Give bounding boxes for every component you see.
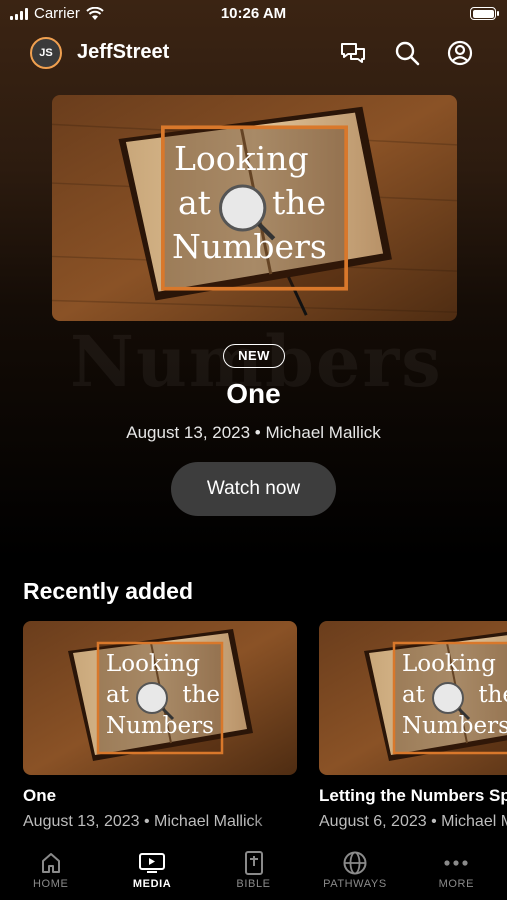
more-icon [444,860,468,866]
tv-icon [139,853,166,873]
bible-icon [244,851,263,875]
battery-icon [470,7,499,20]
tab-home[interactable]: HOME [0,840,101,900]
status-bar: Carrier 10:26 AM [0,0,507,30]
tab-bar: HOME MEDIA BIBLE PATHWAYS MORE [0,840,507,900]
home-icon [41,853,60,873]
media-card-title: One [23,786,57,805]
status-time: 10:26 AM [220,5,287,22]
globe-icon [343,851,367,875]
tab-label: BIBLE [236,878,271,890]
artwork-title: Looking atthe Numbers [172,139,327,266]
tab-bible[interactable]: BIBLE [203,840,304,900]
tab-label: MORE [438,878,475,890]
search-icon[interactable] [393,39,421,67]
new-badge: NEW [223,344,285,368]
tab-more[interactable]: MORE [406,840,507,900]
media-thumbnail[interactable]: Looking atthe Numbers [319,621,507,775]
tab-media[interactable]: MEDIA [101,840,202,900]
chat-icon[interactable] [339,39,367,67]
media-card-meta: August 6, 2023 • Michael Mallick [319,813,507,830]
recently-added-carousel[interactable]: Looking at the Numbers One August 13, 202… [0,621,507,841]
media-card[interactable]: Looking at the Numbers One August 13, 202… [23,621,297,831]
tab-label: PATHWAYS [323,878,387,890]
tab-label: HOME [33,878,69,890]
profile-icon[interactable] [446,39,474,67]
section-title-recently-added: Recently added [23,578,193,604]
media-card[interactable]: Looking atthe Numbers Letting the Number… [319,621,507,831]
app-header: JS JeffStreet [0,35,507,71]
app-logo[interactable]: JS [30,37,62,69]
media-card-meta: August 13, 2023 • Michael Mallick [23,813,263,830]
app-title: JeffStreet [77,41,170,63]
hero-title: One [226,378,281,409]
media-card-title: Letting the Numbers Speak [319,786,507,805]
hero-meta: August 13, 2023 • Michael Mallick [126,423,381,442]
hero-thumbnail[interactable]: Looking at the Numbers [52,95,457,321]
watch-now-button[interactable]: Watch now [171,462,336,516]
tab-pathways[interactable]: PATHWAYS [304,840,405,900]
tab-label: MEDIA [132,878,172,890]
artwork-title: Looking atthe Numbers [402,651,507,739]
media-thumbnail[interactable]: Looking atthe Numbers [23,621,297,775]
artwork-title: Looking atthe Numbers [106,651,220,739]
